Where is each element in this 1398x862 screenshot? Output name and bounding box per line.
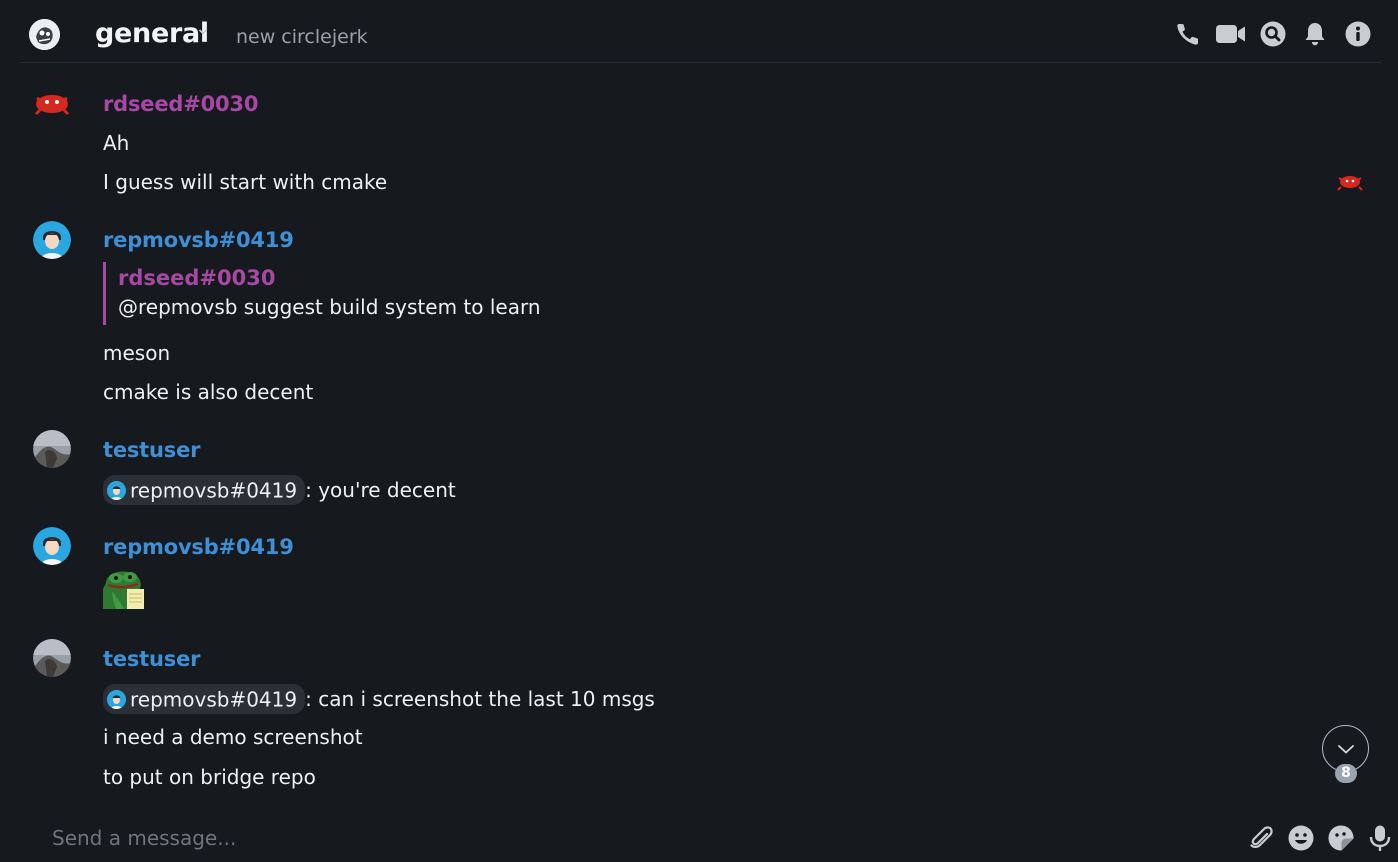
frog-sticker[interactable] xyxy=(102,569,145,609)
sender-name[interactable]: rdseed#0030 xyxy=(103,92,258,116)
search-icon[interactable] xyxy=(1259,20,1287,48)
user-mention-pill[interactable]: repmovsb#0419 xyxy=(103,475,306,505)
message-text: repmovsb#0419 : you're decent xyxy=(103,475,456,505)
microphone-icon[interactable] xyxy=(1366,824,1394,852)
avatar[interactable] xyxy=(33,527,71,565)
mention-avatar xyxy=(107,481,126,500)
reply-text: @repmovsb suggest build system to learn xyxy=(118,295,541,319)
sticker-icon[interactable] xyxy=(1327,824,1355,852)
chevron-down-icon xyxy=(1338,745,1354,754)
reply-quote[interactable]: rdseed#0030 @repmovsb suggest build syst… xyxy=(103,262,583,325)
message-composer xyxy=(0,812,1398,862)
avatar[interactable] xyxy=(33,639,71,677)
mention-avatar xyxy=(107,690,126,709)
mention-name: repmovsb#0419 xyxy=(130,687,298,712)
room-name[interactable]: general xyxy=(95,18,209,49)
reply-sender: rdseed#0030 xyxy=(118,266,276,290)
info-icon[interactable] xyxy=(1344,20,1372,48)
avatar[interactable] xyxy=(33,221,71,259)
avatar[interactable] xyxy=(33,430,71,468)
phone-icon[interactable] xyxy=(1174,20,1202,48)
unread-count-badge: 8 xyxy=(1335,764,1357,783)
sender-name[interactable]: testuser xyxy=(103,438,200,462)
sender-name[interactable]: testuser xyxy=(103,647,200,671)
scroll-to-bottom-button[interactable]: 8 xyxy=(1322,725,1369,783)
sender-name[interactable]: repmovsb#0419 xyxy=(103,228,294,252)
message-text: i need a demo screenshot xyxy=(103,725,363,749)
avatar[interactable] xyxy=(33,86,71,124)
room-header: general new circlejerk xyxy=(20,0,1381,63)
message-text-rest: : you're decent xyxy=(305,477,456,502)
room-topic[interactable]: new circlejerk xyxy=(236,26,368,48)
emoji-icon[interactable] xyxy=(1287,824,1315,852)
paperclip-icon[interactable] xyxy=(1247,824,1275,852)
room-avatar[interactable] xyxy=(29,19,60,50)
chat-window: general new circlejerk rdseed#0030 Ah I … xyxy=(0,0,1398,862)
video-icon[interactable] xyxy=(1215,20,1247,48)
bell-icon[interactable] xyxy=(1301,20,1329,48)
message-text: meson xyxy=(103,341,171,365)
message-text-rest: : can i screenshot the last 10 msgs xyxy=(305,686,655,711)
message-text: Ah xyxy=(103,131,130,155)
read-receipt-avatar[interactable] xyxy=(1337,172,1363,192)
message-text: cmake is also decent xyxy=(103,380,314,404)
message-text: to put on bridge repo xyxy=(103,765,316,789)
message-text: I guess will start with cmake xyxy=(103,170,388,194)
user-mention-pill[interactable]: repmovsb#0419 xyxy=(103,684,306,714)
message-text: repmovsb#0419 : can i screenshot the las… xyxy=(103,684,655,714)
sender-name[interactable]: repmovsb#0419 xyxy=(103,535,294,559)
message-input[interactable] xyxy=(52,822,1212,854)
mention-name: repmovsb#0419 xyxy=(130,478,298,503)
chevron-down-icon[interactable] xyxy=(198,28,208,36)
